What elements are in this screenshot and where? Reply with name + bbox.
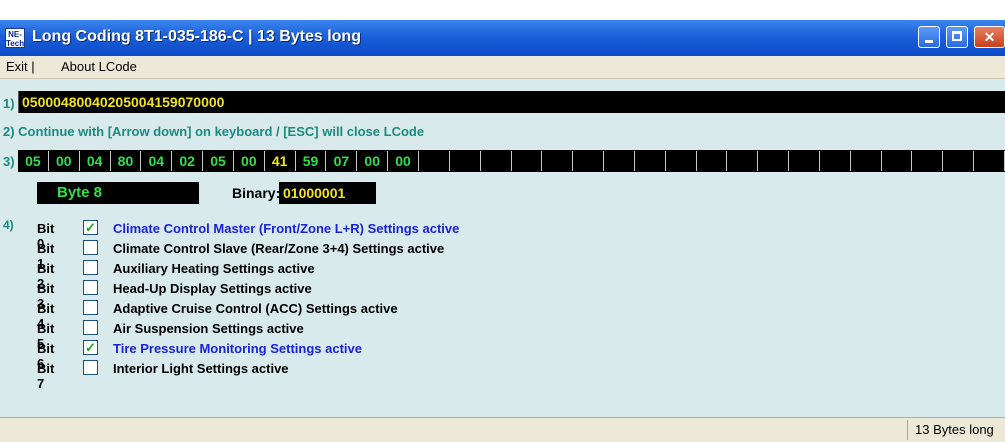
byte-cell-empty[interactable] [450, 151, 481, 171]
bit-checkbox-1[interactable] [83, 240, 98, 255]
app-logo-icon: NE-Tech [5, 28, 25, 48]
byte-cell-empty[interactable] [912, 151, 944, 171]
byte-cell-6[interactable]: 05 [203, 151, 234, 171]
byte-grid: 05 00 04 80 04 02 05 00 41 59 07 00 00 [18, 150, 1005, 172]
status-text: 13 Bytes long [915, 422, 994, 437]
byte-cell-12[interactable]: 00 [388, 151, 419, 171]
title-bar[interactable]: NE-Tech Long Coding 8T1-035-186-C | 13 B… [0, 20, 1005, 57]
coding-value-text: 05000480040205004159070000 [22, 94, 225, 110]
byte-cell-empty[interactable] [851, 151, 882, 171]
byte-cell-empty[interactable] [820, 151, 851, 171]
byte-cell-0[interactable]: 05 [18, 151, 49, 171]
byte-cell-empty[interactable] [542, 151, 574, 171]
minimize-button[interactable] [918, 26, 940, 48]
step-4-number: 4) [3, 218, 14, 232]
window-title: Long Coding 8T1-035-186-C | 13 Bytes lon… [32, 28, 361, 45]
byte-cell-empty[interactable] [943, 151, 975, 171]
byte-cell-empty[interactable] [697, 151, 728, 171]
selected-byte-display: Byte 8 [37, 182, 199, 204]
bit-description: Head-Up Display Settings active [113, 281, 312, 296]
bit-checkbox-7[interactable] [83, 360, 98, 375]
bit-description: Interior Light Settings active [113, 361, 289, 376]
step-1-number: 1) [3, 96, 15, 111]
byte-cell-empty[interactable] [974, 151, 1005, 171]
selected-byte-label: Byte 8 [57, 184, 103, 201]
byte-cell-7[interactable]: 00 [234, 151, 265, 171]
lcode-window: NE-Tech Long Coding 8T1-035-186-C | 13 B… [0, 20, 1005, 442]
bit-description: Air Suspension Settings active [113, 321, 304, 336]
byte-cell-empty[interactable] [666, 151, 697, 171]
bit-checkbox-6[interactable]: ✓ [83, 340, 98, 355]
byte-cell-2[interactable]: 04 [80, 151, 111, 171]
bit-description: Auxiliary Heating Settings active [113, 261, 315, 276]
bit-description: Climate Control Master (Front/Zone L+R) … [113, 221, 460, 236]
byte-cell-empty[interactable] [419, 151, 450, 171]
menu-about[interactable]: About LCode [61, 59, 137, 74]
status-bar: 13 Bytes long [0, 417, 1005, 442]
minimize-icon [925, 40, 933, 43]
coding-value-field[interactable]: 05000480040205004159070000 [18, 91, 1005, 113]
bit-description: Tire Pressure Monitoring Settings active [113, 341, 362, 356]
byte-cell-11[interactable]: 00 [357, 151, 389, 171]
byte-cell-9[interactable]: 59 [296, 151, 327, 171]
close-button[interactable]: ✕ [974, 26, 1005, 48]
byte-cell-empty[interactable] [882, 151, 913, 171]
byte-cell-empty[interactable] [727, 151, 759, 171]
byte-cell-3[interactable]: 80 [111, 151, 142, 171]
byte-cell-5[interactable]: 02 [172, 151, 204, 171]
bit-checkbox-0[interactable]: ✓ [83, 220, 98, 235]
byte-cell-empty[interactable] [758, 151, 790, 171]
bit-checkbox-2[interactable] [83, 260, 98, 275]
step-2-instruction: 2) Continue with [Arrow down] on keyboar… [3, 124, 425, 139]
status-divider [907, 420, 908, 440]
close-icon: ✕ [983, 29, 996, 45]
byte-cell-4[interactable]: 04 [141, 151, 173, 171]
binary-label: Binary: [232, 185, 281, 201]
menu-exit[interactable]: Exit | [6, 59, 35, 74]
bit-checkbox-4[interactable] [83, 300, 98, 315]
step-3-number: 3) [3, 154, 15, 169]
byte-cell-empty[interactable] [604, 151, 635, 171]
binary-value-display: 01000001 [279, 182, 376, 204]
app-logo-text: NE-Tech [6, 30, 25, 48]
menu-bar: Exit | About LCode [0, 56, 1005, 79]
maximize-button[interactable] [946, 26, 968, 48]
byte-cell-empty[interactable] [512, 151, 543, 171]
bit-description: Climate Control Slave (Rear/Zone 3+4) Se… [113, 241, 445, 256]
maximize-icon [952, 31, 962, 41]
binary-value: 01000001 [283, 185, 346, 201]
byte-cell-10[interactable]: 07 [326, 151, 358, 171]
byte-cell-empty[interactable] [573, 151, 605, 171]
bit-checkbox-5[interactable] [83, 320, 98, 335]
byte-cell-empty[interactable] [481, 151, 512, 171]
byte-cell-1[interactable]: 00 [49, 151, 80, 171]
bit-description: Adaptive Cruise Control (ACC) Settings a… [113, 301, 398, 316]
byte-cell-empty[interactable] [789, 151, 820, 171]
bit-label: Bit 7 [37, 361, 55, 391]
bit-checkbox-3[interactable] [83, 280, 98, 295]
byte-cell-empty[interactable] [635, 151, 666, 171]
byte-cell-8[interactable]: 41 [265, 151, 296, 171]
